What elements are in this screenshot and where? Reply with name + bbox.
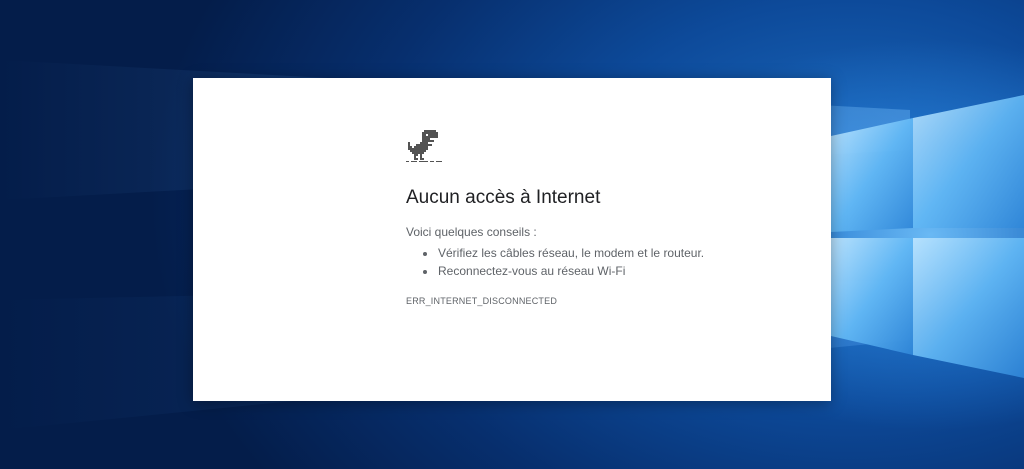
desktop-wallpaper: Aucun accès à Internet Voici quelques co…: [0, 0, 1024, 469]
list-item: Reconnectez-vous au réseau Wi-Fi: [437, 262, 806, 280]
browser-error-page: Aucun accès à Internet Voici quelques co…: [193, 78, 831, 401]
list-item: Vérifiez les câbles réseau, le modem et …: [437, 244, 806, 262]
tips-intro: Voici quelques conseils :: [406, 225, 537, 239]
page-title: Aucun accès à Internet: [406, 187, 601, 208]
error-content: Aucun accès à Internet Voici quelques co…: [406, 128, 806, 306]
tips-list: Vérifiez les câbles réseau, le modem et …: [406, 244, 806, 280]
error-code: ERR_INTERNET_DISCONNECTED: [406, 296, 558, 306]
dino-icon: [406, 130, 442, 162]
